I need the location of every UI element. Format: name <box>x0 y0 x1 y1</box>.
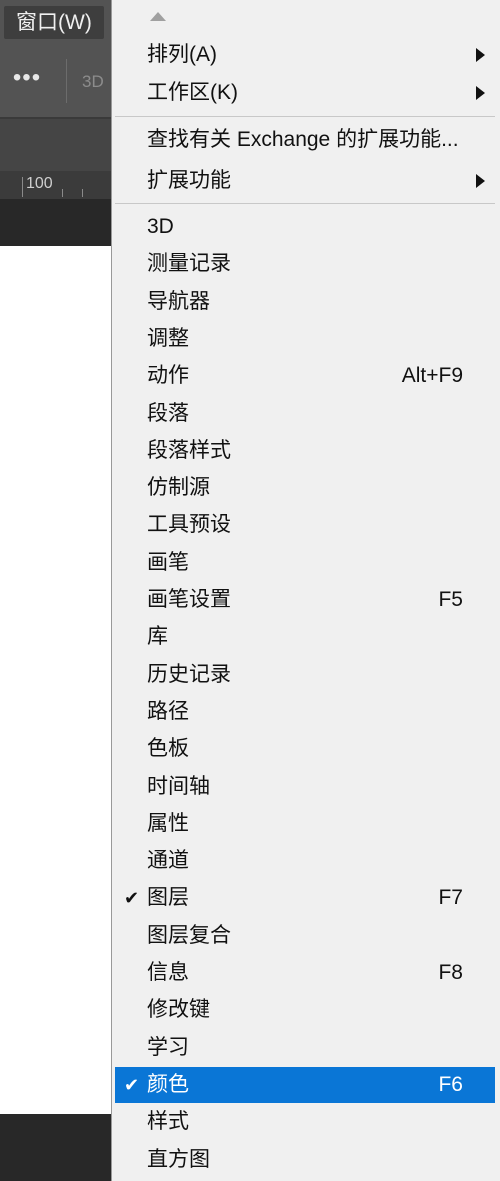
menu-item-label: 段落样式 <box>147 438 231 462</box>
menu-item[interactable]: 信息 F8 <box>115 955 495 991</box>
menu-item[interactable]: 属性 <box>115 806 495 842</box>
menu-item[interactable]: 测量记录 <box>115 246 495 282</box>
menu-item-label: 历史记录 <box>147 662 231 686</box>
menu-item-label: 色板 <box>147 737 189 761</box>
menu-item[interactable]: 色板 <box>115 731 495 767</box>
menu-item[interactable]: 历史记录 <box>115 657 495 693</box>
menu-item-label: 库 <box>147 625 168 649</box>
menu-item-shortcut: F8 <box>438 961 463 984</box>
submenu-arrow-icon <box>476 86 485 100</box>
menu-separator <box>115 116 495 117</box>
menu-item-label: 调整 <box>147 326 189 350</box>
ruler-tick <box>82 189 83 197</box>
menu-item[interactable]: 调整 <box>115 321 495 357</box>
menu-item-label: 修改键 <box>147 998 210 1022</box>
options-divider <box>66 59 67 103</box>
menu-item-label: 测量记录 <box>147 252 231 276</box>
menu-item-label: 段落 <box>147 401 189 425</box>
menu-item[interactable]: 学习 <box>115 1030 495 1066</box>
menu-item[interactable]: 动作 Alt+F9 <box>115 358 495 394</box>
menu-item-label: 信息 <box>147 961 189 984</box>
menu-item-label: 属性 <box>147 811 189 835</box>
menu-item[interactable]: 导航器 <box>115 284 495 320</box>
window-menu-button[interactable]: 窗口(W) <box>4 6 104 39</box>
menu-item[interactable]: 图层复合 <box>115 918 495 954</box>
ruler-tick <box>62 189 63 197</box>
menu-item[interactable]: 库 <box>115 619 495 655</box>
submenu-arrow-icon <box>476 174 485 188</box>
menu-item-extensions[interactable]: 扩展功能 <box>115 163 495 199</box>
menu-item-label: 3D <box>147 215 174 238</box>
3d-mode-label[interactable]: 3D <box>82 72 104 92</box>
menu-item[interactable]: 工具预设 <box>115 507 495 543</box>
menu-item-label: 扩展功能 <box>147 169 231 192</box>
menu-item-label: 导航器 <box>147 289 210 313</box>
menu-item-arrange[interactable]: 排列(A) <box>115 37 495 73</box>
menu-item-label: 学习 <box>147 1035 189 1059</box>
menu-item-label: 样式 <box>147 1110 189 1134</box>
menu-item[interactable]: 时间轴 <box>115 769 495 805</box>
submenu-arrow-icon <box>476 48 485 62</box>
ruler-tick <box>22 177 23 197</box>
menu-item[interactable]: 通道 <box>115 843 495 879</box>
checkmark-icon: ✔ <box>124 888 140 909</box>
menu-item-label: 画笔设置 <box>147 588 231 611</box>
menu-item-find-extensions[interactable]: 查找有关 Exchange 的扩展功能... <box>115 122 495 158</box>
menu-item-shortcut: Alt+F9 <box>401 364 463 388</box>
checkmark-icon: ✔ <box>124 1074 140 1095</box>
menu-item-label: 通道 <box>147 849 189 873</box>
menu-item-label: 颜色 <box>147 1072 189 1096</box>
menu-item-label: 排列(A) <box>147 43 217 66</box>
menu-item-shortcut: F5 <box>438 588 463 611</box>
menu-item-label: 图层复合 <box>147 923 231 947</box>
ruler-label: 100 <box>26 175 53 192</box>
menu-item-label: 仿制源 <box>147 476 210 500</box>
menu-item[interactable]: 画笔设置 F5 <box>115 582 495 618</box>
menu-item-label: 直方图 <box>147 1147 210 1171</box>
menu-item-label: 图层 <box>147 886 189 910</box>
menu-item-shortcut: F7 <box>438 886 463 910</box>
menu-separator <box>115 203 495 204</box>
menu-item-label: 工具预设 <box>147 513 231 537</box>
menu-item-shortcut: F6 <box>438 1072 463 1096</box>
menu-item[interactable]: 3D <box>115 209 495 245</box>
menu-item[interactable]: ✔ 图层 F7 <box>115 880 495 916</box>
menu-item[interactable]: 段落 <box>115 396 495 432</box>
menu-item-label: 画笔 <box>147 550 189 574</box>
more-options-button[interactable]: ••• <box>10 65 44 95</box>
menu-item[interactable]: 段落样式 <box>115 433 495 469</box>
menu-item-label: 工作区(K) <box>147 81 238 104</box>
menu-item[interactable]: 样式 <box>115 1104 495 1140</box>
menu-item[interactable]: 修改键 <box>115 992 495 1028</box>
menu-item[interactable]: 画笔 <box>115 545 495 581</box>
menu-item-label: 动作 <box>147 364 189 388</box>
menu-item[interactable]: 仿制源 <box>115 470 495 506</box>
menu-item[interactable]: 路径 <box>115 694 495 730</box>
menu-item-label: 路径 <box>147 699 189 723</box>
menu-item-label: 查找有关 Exchange 的扩展功能... <box>147 128 459 151</box>
window-dropdown-menu: 排列(A) 工作区(K) 查找有关 Exchange 的扩展功能... 扩展功能… <box>111 0 500 1181</box>
menu-item-workspace[interactable]: 工作区(K) <box>115 75 495 111</box>
scroll-up-arrow-icon[interactable] <box>150 12 166 21</box>
menu-item[interactable]: 直方图 <box>115 1142 495 1178</box>
menu-item[interactable]: ✔ 颜色 F6 <box>115 1066 495 1103</box>
menu-item-label: 时间轴 <box>147 774 210 798</box>
